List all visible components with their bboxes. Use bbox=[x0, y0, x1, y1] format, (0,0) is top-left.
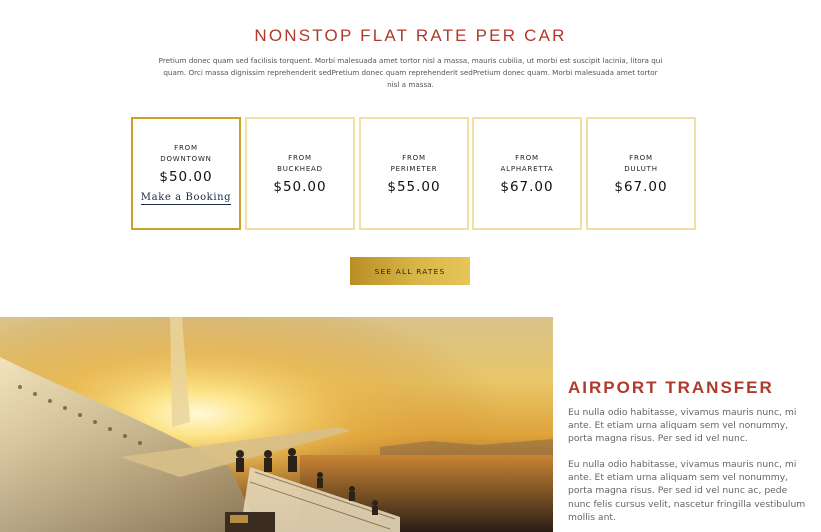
rate-card-price: $50.00 bbox=[159, 168, 213, 185]
rate-card-place: DULUTH bbox=[624, 164, 658, 173]
rate-card-place: BUCKHEAD bbox=[277, 164, 323, 173]
rate-card-from-label: FROM bbox=[402, 153, 426, 162]
see-all-rates-button[interactable]: SEE ALL RATES bbox=[350, 257, 470, 285]
rate-card-price: $67.00 bbox=[500, 178, 554, 195]
rate-card-buckhead[interactable]: FROM BUCKHEAD $50.00 bbox=[245, 117, 355, 230]
page-title: NONSTOP FLAT RATE PER CAR bbox=[254, 26, 567, 45]
rate-card-from-label: FROM bbox=[288, 153, 312, 162]
rate-cards: FROM DOWNTOWN $50.00 Make a Booking FROM… bbox=[131, 117, 696, 230]
rate-card-place: PERIMETER bbox=[390, 164, 438, 173]
rate-card-perimeter[interactable]: FROM PERIMETER $55.00 bbox=[359, 117, 469, 230]
rate-card-place: ALPHARETTA bbox=[500, 164, 554, 173]
rate-card-price: $67.00 bbox=[614, 178, 668, 195]
rate-card-downtown[interactable]: FROM DOWNTOWN $50.00 Make a Booking bbox=[131, 117, 241, 230]
rate-card-alpharetta[interactable]: FROM ALPHARETTA $67.00 bbox=[472, 117, 582, 230]
rate-card-price: $50.00 bbox=[273, 178, 327, 195]
airport-paragraph: Eu nulla odio habitasse, vivamus mauris … bbox=[568, 459, 806, 523]
rate-card-from-label: FROM bbox=[515, 153, 539, 162]
rate-card-duluth[interactable]: FROM DULUTH $67.00 bbox=[586, 117, 696, 230]
rate-card-price: $55.00 bbox=[387, 178, 441, 195]
airport-paragraph: Eu nulla odio habitasse, vivamus mauris … bbox=[568, 407, 797, 445]
airplane-illustration bbox=[0, 317, 553, 532]
airplane-sunset-image bbox=[0, 317, 553, 532]
airport-transfer-title: AIRPORT TRANSFER bbox=[568, 378, 774, 397]
make-booking-link[interactable]: Make a Booking bbox=[140, 192, 232, 205]
rate-card-from-label: FROM bbox=[629, 153, 653, 162]
rate-card-place: DOWNTOWN bbox=[160, 154, 212, 163]
intro-text: Pretium donec quam sed facilisis torquen… bbox=[158, 56, 663, 90]
rate-card-from-label: FROM bbox=[174, 143, 198, 152]
